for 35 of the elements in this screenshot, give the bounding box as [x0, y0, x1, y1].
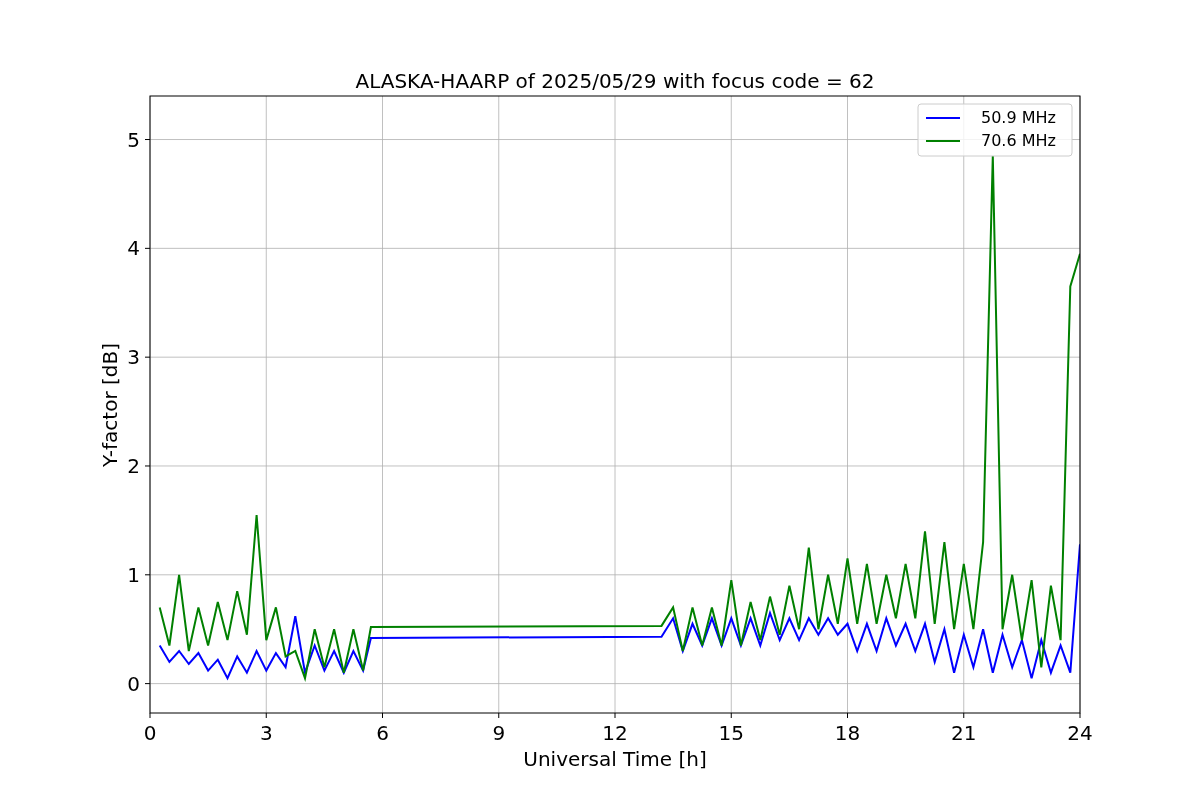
tick-mark	[614, 712, 616, 719]
x-tick-label: 0	[143, 721, 157, 745]
x-tick-label: 3	[259, 721, 273, 745]
tick-mark	[149, 712, 151, 719]
tick-mark	[382, 712, 383, 719]
y-tick-label: 1	[127, 562, 140, 587]
x-tick-label: 21	[951, 721, 977, 745]
tick-mark	[144, 356, 151, 358]
tick-mark	[1079, 712, 1081, 719]
tick-mark	[847, 712, 848, 719]
y-tick-label: 0	[127, 671, 140, 696]
x-tick-label: 9	[492, 721, 506, 745]
tick-mark	[144, 247, 151, 249]
tick-mark	[963, 712, 965, 719]
tick-mark	[730, 712, 732, 719]
y-tick-label: 2	[127, 454, 140, 478]
x-tick-label: 12	[602, 721, 628, 745]
tick-mark	[144, 465, 151, 467]
legend-label: 70.6 MHz	[981, 131, 1056, 150]
x-tick-label: 18	[834, 721, 861, 745]
chart-title: ALASKA-HAARP of 2025/05/29 with focus code = 62	[355, 69, 875, 93]
y-axis-label: Y-factor [dB]	[98, 343, 122, 467]
x-axis-label: Universal Time [h]	[523, 747, 707, 771]
tick-mark	[144, 574, 151, 576]
tick-mark	[265, 712, 267, 719]
legend-label: 50.9 MHz	[981, 108, 1056, 127]
tick-mark	[144, 683, 151, 685]
y-tick-label: 5	[127, 127, 140, 152]
tick-mark	[144, 139, 151, 141]
tick-mark	[498, 712, 500, 719]
x-tick-label: 24	[1067, 721, 1093, 745]
y-tick-label: 4	[127, 236, 140, 261]
x-tick-label: 6	[376, 721, 389, 745]
x-tick-label: 15	[718, 721, 744, 745]
y-tick-label: 3	[127, 345, 140, 370]
